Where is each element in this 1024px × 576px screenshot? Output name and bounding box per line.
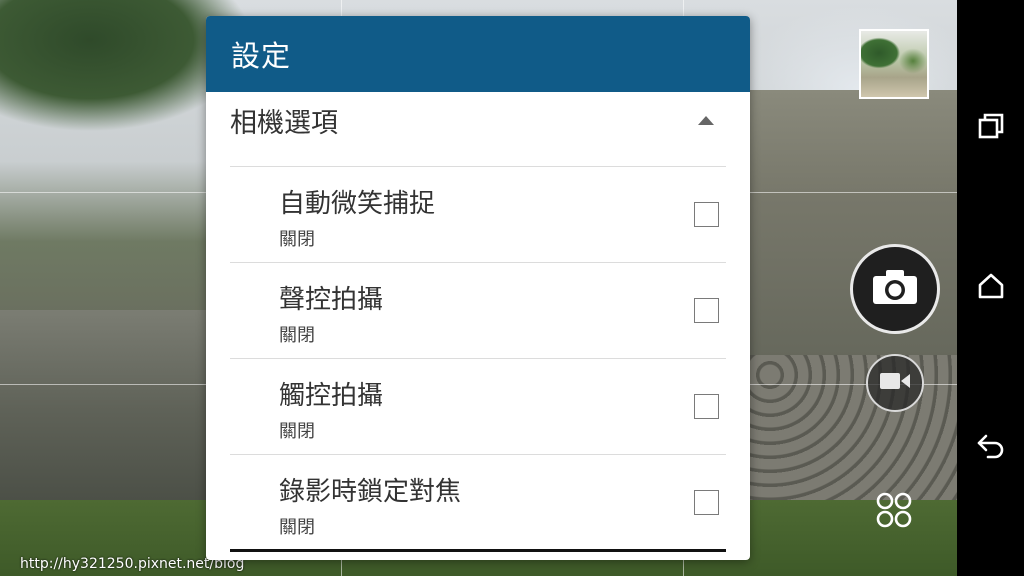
setting-item-value: 關閉 bbox=[279, 517, 315, 538]
section-title: 相機選項 bbox=[230, 107, 338, 139]
setting-item-value: 關閉 bbox=[279, 421, 315, 442]
video-record-button[interactable] bbox=[866, 354, 924, 412]
dialog-title: 設定 bbox=[231, 39, 292, 73]
scroll-indicator bbox=[230, 549, 726, 552]
recent-apps-button[interactable] bbox=[957, 98, 1024, 158]
modes-icon bbox=[875, 491, 913, 533]
back-icon bbox=[976, 432, 1006, 464]
recent-apps-icon bbox=[977, 112, 1005, 144]
setting-item-label: 聲控拍攝 bbox=[279, 285, 384, 315]
setting-item-label: 觸控拍攝 bbox=[279, 381, 384, 411]
setting-item-smile-capture[interactable]: 自動微笑捕捉 關閉 bbox=[230, 167, 726, 263]
setting-item-touch-capture[interactable]: 觸控拍攝 關閉 bbox=[230, 359, 726, 455]
setting-item-label: 錄影時鎖定對焦 bbox=[279, 477, 462, 507]
gallery-thumbnail[interactable] bbox=[859, 29, 929, 99]
setting-item-video-focus-lock[interactable]: 錄影時鎖定對焦 關閉 bbox=[230, 455, 726, 551]
setting-item-label: 自動微笑捕捉 bbox=[279, 189, 436, 219]
setting-item-voice-capture[interactable]: 聲控拍攝 關閉 bbox=[230, 263, 726, 359]
shutter-button[interactable] bbox=[850, 244, 940, 334]
section-camera-options[interactable]: 相機選項 bbox=[230, 92, 726, 167]
dialog-header: 設定 bbox=[206, 16, 750, 92]
viewfinder-stones bbox=[750, 355, 957, 505]
back-button[interactable] bbox=[957, 418, 1024, 478]
setting-checkbox[interactable] bbox=[694, 202, 719, 227]
setting-checkbox[interactable] bbox=[694, 490, 719, 515]
navigation-bar bbox=[957, 0, 1024, 576]
settings-dialog: 設定 相機選項 自動微笑捕捉 關閉 聲控拍攝 關閉 觸控拍攝 關閉 錄影時鎖定對… bbox=[206, 16, 750, 560]
home-button[interactable] bbox=[957, 258, 1024, 318]
collapse-arrow-icon bbox=[696, 111, 716, 130]
home-icon bbox=[977, 272, 1005, 304]
camera-icon bbox=[871, 268, 919, 310]
video-camera-icon bbox=[879, 370, 911, 396]
setting-checkbox[interactable] bbox=[694, 298, 719, 323]
setting-item-value: 關閉 bbox=[279, 229, 315, 250]
setting-item-value: 關閉 bbox=[279, 325, 315, 346]
camera-modes-button[interactable] bbox=[872, 490, 916, 534]
setting-checkbox[interactable] bbox=[694, 394, 719, 419]
viewfinder-scene-left bbox=[0, 310, 210, 510]
